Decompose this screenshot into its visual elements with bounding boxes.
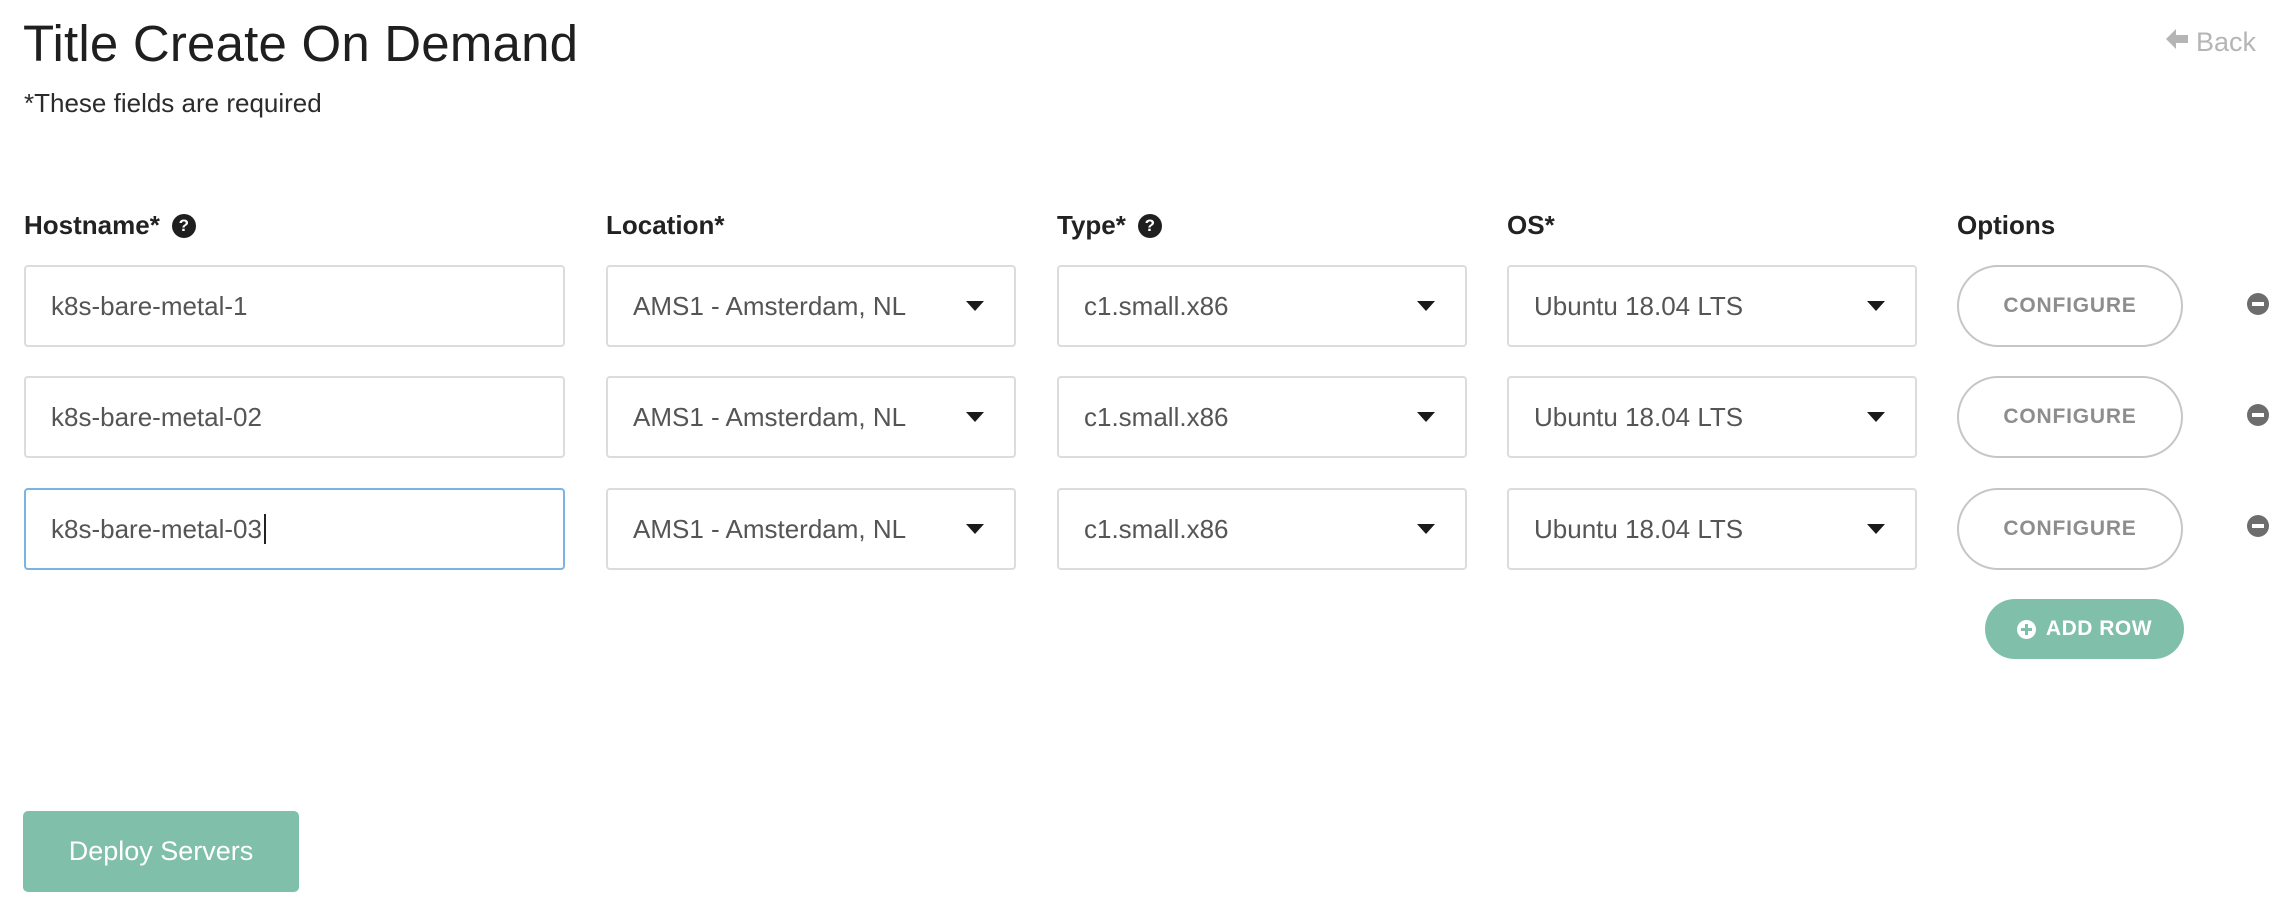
os-select[interactable]: Ubuntu 18.04 LTS <box>1507 488 1917 570</box>
os-select[interactable]: Ubuntu 18.04 LTS <box>1507 265 1917 347</box>
hostname-help-icon[interactable]: ? <box>171 213 196 238</box>
os-label: OS* <box>1507 210 1555 240</box>
type-select[interactable]: c1.small.x86 <box>1057 376 1467 458</box>
add-row-label: ADD ROW <box>2045 617 2153 640</box>
column-label-options: Options <box>1957 210 2055 241</box>
type-label: Type* <box>1057 210 1126 240</box>
text-cursor <box>263 514 266 544</box>
configure-button[interactable]: CONFIGURE <box>1957 376 2183 458</box>
os-value: Ubuntu 18.04 LTS <box>1534 513 1744 544</box>
chevron-down-icon <box>966 524 984 534</box>
type-help-icon[interactable]: ? <box>1137 213 1162 238</box>
remove-row-icon[interactable] <box>2247 404 2269 426</box>
chevron-down-icon <box>1867 412 1885 422</box>
location-select[interactable]: AMS1 - Amsterdam, NL <box>606 376 1016 458</box>
location-label: Location* <box>606 210 725 240</box>
hostname-value: k8s-bare-metal-03 <box>51 513 262 544</box>
deploy-servers-button[interactable]: Deploy Servers <box>23 811 299 892</box>
add-row-button[interactable]: ADD ROW <box>1985 599 2184 659</box>
chevron-down-icon <box>1867 301 1885 311</box>
remove-row-icon[interactable] <box>2247 293 2269 315</box>
location-select[interactable]: AMS1 - Amsterdam, NL <box>606 488 1016 570</box>
chevron-down-icon <box>966 301 984 311</box>
back-link[interactable]: Back <box>2164 26 2256 59</box>
options-label: Options <box>1957 210 2056 240</box>
back-link-label: Back <box>2196 27 2257 57</box>
hostname-label: Hostname* <box>24 210 160 240</box>
chevron-down-icon <box>1417 412 1435 422</box>
type-select[interactable]: c1.small.x86 <box>1057 265 1467 347</box>
chevron-down-icon <box>966 412 984 422</box>
hostname-value: k8s-bare-metal-1 <box>51 290 248 321</box>
hostname-input[interactable]: k8s-bare-metal-03 <box>24 488 565 570</box>
configure-button[interactable]: CONFIGURE <box>1957 488 2183 570</box>
location-value: AMS1 - Amsterdam, NL <box>633 513 907 544</box>
os-value: Ubuntu 18.04 LTS <box>1534 290 1744 321</box>
location-value: AMS1 - Amsterdam, NL <box>633 401 907 432</box>
column-label-location: Location* <box>606 210 724 241</box>
location-value: AMS1 - Amsterdam, NL <box>633 290 907 321</box>
os-value: Ubuntu 18.04 LTS <box>1534 401 1744 432</box>
column-label-hostname: Hostname* ? <box>24 210 196 241</box>
arrow-left-icon <box>2164 26 2190 59</box>
type-value: c1.small.x86 <box>1084 290 1229 321</box>
column-label-os: OS* <box>1507 210 1555 241</box>
os-select[interactable]: Ubuntu 18.04 LTS <box>1507 376 1917 458</box>
remove-row-icon[interactable] <box>2247 515 2269 537</box>
location-select[interactable]: AMS1 - Amsterdam, NL <box>606 265 1016 347</box>
type-value: c1.small.x86 <box>1084 401 1229 432</box>
chevron-down-icon <box>1867 524 1885 534</box>
configure-button[interactable]: CONFIGURE <box>1957 265 2183 347</box>
chevron-down-icon <box>1417 524 1435 534</box>
required-fields-note: *These fields are required <box>24 88 322 118</box>
page-title: Title Create On Demand <box>23 15 579 72</box>
type-value: c1.small.x86 <box>1084 513 1229 544</box>
hostname-input[interactable]: k8s-bare-metal-1 <box>24 265 565 347</box>
create-on-demand-page: Title Create On Demand *These fields are… <box>0 0 2288 908</box>
hostname-value: k8s-bare-metal-02 <box>51 401 262 432</box>
column-label-type: Type* ? <box>1057 210 1162 241</box>
hostname-input[interactable]: k8s-bare-metal-02 <box>24 376 565 458</box>
type-select[interactable]: c1.small.x86 <box>1057 488 1467 570</box>
chevron-down-icon <box>1417 301 1435 311</box>
plus-circle-icon <box>2016 619 2036 639</box>
